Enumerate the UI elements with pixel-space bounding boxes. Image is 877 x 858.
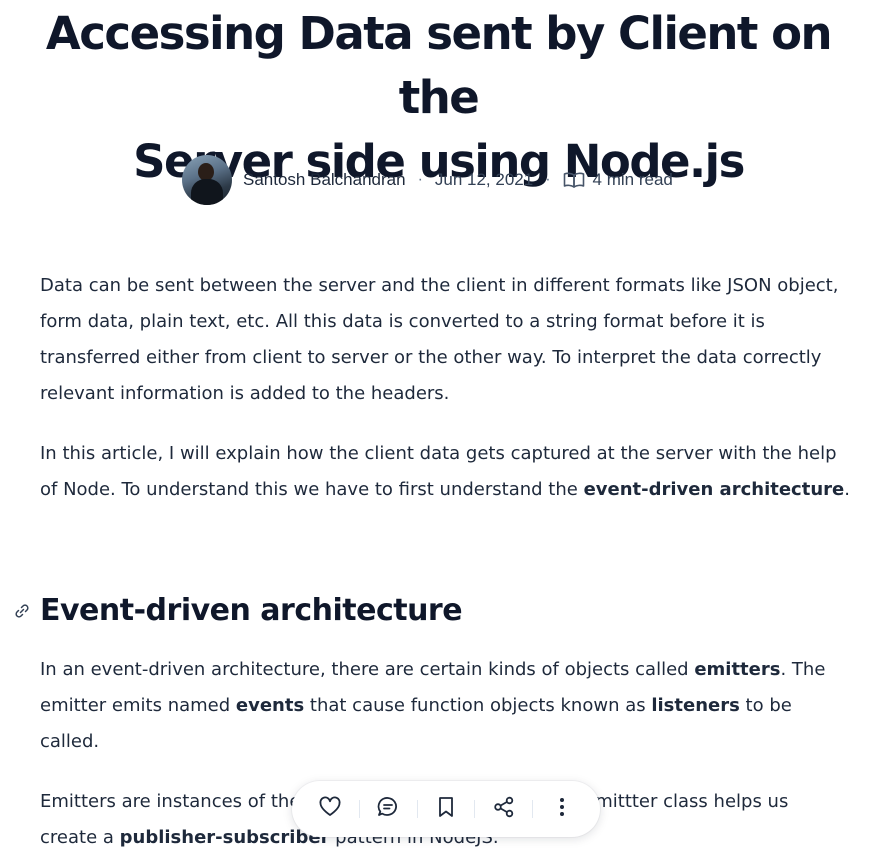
article-intro: Data can be sent between the server and … [40, 268, 850, 532]
more-icon [550, 795, 574, 824]
paragraph: In an event-driven architecture, there a… [40, 659, 826, 752]
book-icon [563, 171, 585, 189]
bold-text: publisher-subscriber [119, 827, 330, 848]
share-button[interactable] [484, 789, 524, 829]
meta-separator: · [545, 171, 551, 188]
heart-icon [318, 795, 342, 824]
publish-date: Jun 12, 2021 [434, 170, 534, 189]
toolbar-divider [532, 800, 534, 818]
paragraph: Data can be sent between the server and … [40, 275, 839, 404]
title-line-1: Accessing Data sent by Client on the [45, 7, 833, 124]
share-icon [492, 795, 516, 824]
comment-button[interactable] [368, 789, 408, 829]
more-options-button[interactable] [542, 789, 582, 829]
section-heading: Event-driven architecture [40, 593, 463, 628]
like-button[interactable] [310, 789, 350, 829]
meta-separator: · [417, 171, 423, 188]
bold-text: listeners [651, 695, 740, 716]
toolbar-divider [416, 800, 418, 818]
bold-text: events [235, 695, 305, 716]
article-meta: Santosh Balchandran · Jun 12, 2021 · 4 m… [182, 154, 673, 206]
author-name[interactable]: Santosh Balchandran [243, 170, 406, 190]
anchor-link-icon[interactable] [14, 603, 30, 624]
floating-action-bar [292, 781, 600, 837]
toolbar-divider [358, 800, 360, 818]
bold-text: event-driven architecture [583, 479, 845, 500]
bold-text: emitters [694, 659, 781, 680]
bookmark-button[interactable] [426, 789, 466, 829]
bookmark-icon [434, 795, 458, 824]
comment-icon [376, 795, 400, 824]
toolbar-divider [474, 800, 476, 818]
paragraph: In this article, I will explain how the … [40, 443, 850, 500]
author-avatar[interactable] [182, 155, 232, 205]
read-time: 4 min read [592, 170, 673, 189]
